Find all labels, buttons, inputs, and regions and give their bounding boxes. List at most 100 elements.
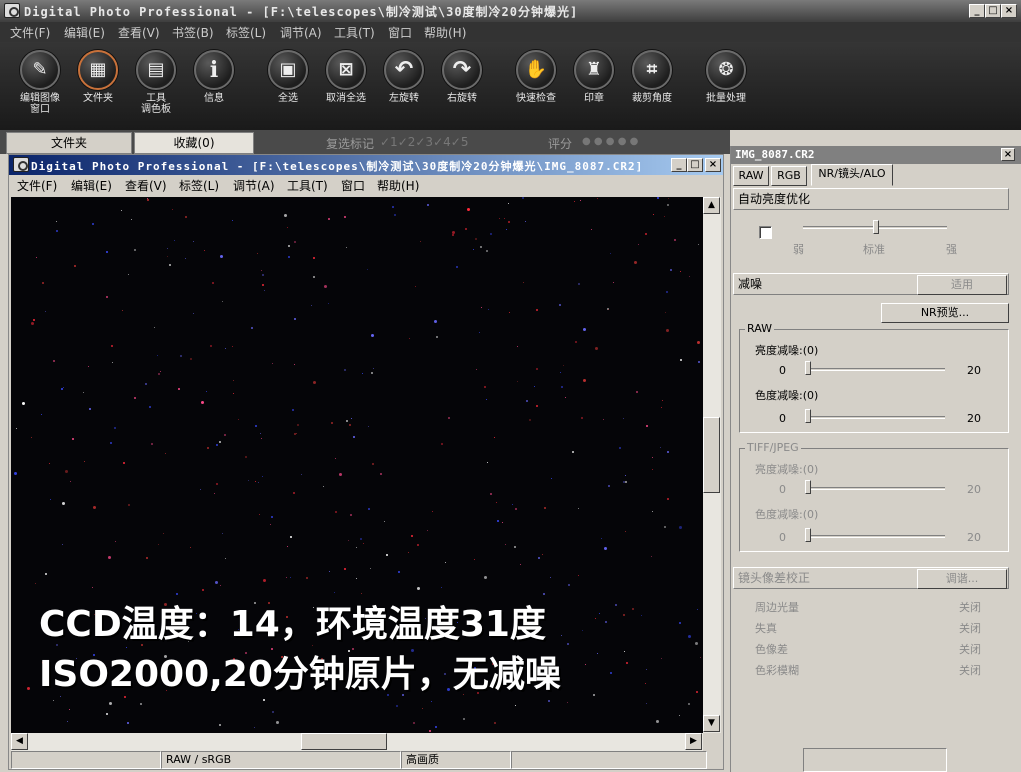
noise-pixel (578, 575, 579, 576)
toolbar-label: 取消全选 (326, 93, 366, 104)
noise-pixel (248, 480, 249, 481)
palette-tab-rgb[interactable]: RGB (771, 166, 807, 186)
menu-window[interactable]: 窗口 (388, 24, 412, 41)
noise-pixel (597, 198, 598, 199)
menu-tools[interactable]: 工具(T) (334, 24, 375, 41)
tiff-luminance-thumb[interactable] (805, 480, 811, 494)
noise-pixel (517, 381, 518, 382)
noise-pixel (89, 408, 91, 410)
noise-pixel (31, 437, 32, 438)
editor-menu-edit[interactable]: 编辑(E) (71, 177, 112, 194)
tiff-chroma-slider[interactable] (805, 535, 945, 538)
alo-checkbox[interactable] (759, 226, 772, 239)
check-mark-filters[interactable]: ✓1✓2✓3✓4✓5 (380, 135, 468, 149)
raw-chroma-slider[interactable] (805, 416, 945, 419)
editor-maximize-button[interactable]: □ (687, 158, 703, 172)
noise-pixel (698, 361, 700, 363)
noise-pixel (593, 694, 595, 696)
raw-chroma-thumb[interactable] (805, 409, 811, 423)
menu-label[interactable]: 标签(L) (226, 24, 266, 41)
noise-pixel (560, 372, 561, 373)
close-button[interactable]: × (1001, 4, 1017, 18)
editor-menu-tools[interactable]: 工具(T) (287, 177, 328, 194)
noise-pixel (667, 204, 669, 206)
noise-pixel (363, 543, 364, 544)
tab-favorites[interactable]: 收藏(0) (134, 132, 254, 154)
toolbar-quick-check-button[interactable]: ✋ 快速检查 (506, 50, 566, 104)
noise-pixel (636, 391, 638, 393)
scroll-down-icon[interactable]: ▼ (703, 715, 720, 732)
noise-pixel (496, 502, 497, 503)
menu-edit[interactable]: 编辑(E) (64, 24, 105, 41)
toolbar-info-button[interactable]: i 信息 (184, 50, 244, 104)
toolbar-select-all-button[interactable]: ▣ 全选 (258, 50, 318, 104)
editor-menu-adjust[interactable]: 调节(A) (233, 177, 275, 194)
palette-tab-nr-lens-alo[interactable]: NR/镜头/ALO (811, 164, 893, 186)
tiff-chroma-thumb[interactable] (805, 528, 811, 542)
nr-apply-button[interactable]: 适用 (917, 275, 1007, 295)
toolbar-edit-image-button[interactable]: ✎ 编辑图像 窗口 (10, 50, 70, 115)
noise-pixel (41, 414, 42, 415)
noise-pixel (185, 258, 186, 259)
menu-file[interactable]: 文件(F) (10, 24, 50, 41)
menu-help[interactable]: 帮助(H) (424, 24, 466, 41)
noise-pixel (193, 241, 194, 242)
toolbar-rotate-left-button[interactable]: ↶ 左旋转 (374, 50, 434, 104)
palette-close-button[interactable]: × (1001, 148, 1015, 161)
noise-pixel (290, 577, 291, 578)
horizontal-scrollbar[interactable]: ◀ ▶ (11, 733, 703, 751)
menu-adjust[interactable]: 调节(A) (280, 24, 322, 41)
noise-pixel (595, 347, 598, 350)
noise-pixel (331, 422, 333, 424)
editor-close-button[interactable]: × (705, 158, 721, 172)
tab-folder[interactable]: 文件夹 (6, 132, 132, 154)
noise-pixel (121, 210, 122, 211)
toolbar-label: 信息 (204, 93, 224, 104)
status-colorspace: RAW / sRGB (161, 751, 401, 769)
noise-pixel (413, 722, 415, 724)
raw-luminance-slider[interactable] (805, 368, 945, 371)
rating-filter[interactable]: ● ● ● ● ● (582, 136, 638, 147)
toolbar-folder-button[interactable]: ▦ 文件夹 (68, 50, 128, 104)
noise-pixel (481, 307, 482, 308)
noise-pixel (258, 482, 259, 483)
editor-menu-help[interactable]: 帮助(H) (377, 177, 419, 194)
palette-tab-raw[interactable]: RAW (733, 166, 769, 186)
toolbar-stamp-button[interactable]: ♜ 印章 (564, 50, 624, 104)
editor-minimize-button[interactable]: _ (671, 158, 687, 172)
noise-pixel (603, 419, 604, 420)
editor-menu-window[interactable]: 窗口 (341, 177, 365, 194)
scroll-left-icon[interactable]: ◀ (11, 733, 28, 750)
vertical-scrollbar[interactable]: ▲ ▼ (703, 197, 721, 733)
image-preview[interactable]: CCD温度：14，环境温度31度 ISO2000,20分钟原片，无减噪 (11, 197, 703, 733)
hscroll-thumb[interactable] (301, 733, 387, 750)
scroll-thumb[interactable] (703, 417, 720, 493)
noise-pixel (288, 256, 290, 258)
toolbar-deselect-all-button[interactable]: ⊠ 取消全选 (316, 50, 376, 104)
alo-slider-thumb[interactable] (873, 220, 879, 234)
lens-adjust-button[interactable]: 调谐... (917, 569, 1007, 589)
toolbar-batch-process-button[interactable]: ❂ 批量处理 (696, 50, 756, 104)
alo-header: 自动亮度优化 (733, 188, 1009, 210)
tiff-luminance-slider[interactable] (805, 487, 945, 490)
scroll-right-icon[interactable]: ▶ (685, 733, 702, 750)
maximize-button[interactable]: □ (985, 4, 1001, 18)
quick-check-icon: ✋ (524, 59, 548, 80)
editor-menu-view[interactable]: 查看(V) (125, 177, 167, 194)
nr-preview-button[interactable]: NR预览... (881, 303, 1009, 323)
menu-view[interactable]: 查看(V) (118, 24, 160, 41)
toolbar-tool-palette-button[interactable]: ▤ 工具 调色板 (126, 50, 186, 115)
noise-pixel (427, 530, 428, 531)
toolbar-crop-angle-button[interactable]: ⌗ 裁剪角度 (622, 50, 682, 104)
minimize-button[interactable]: _ (969, 4, 985, 18)
scroll-up-icon[interactable]: ▲ (703, 197, 720, 214)
editor-menu-label[interactable]: 标签(L) (179, 177, 219, 194)
noise-pixel (479, 332, 480, 333)
raw-luminance-thumb[interactable] (805, 361, 811, 375)
noise-pixel (408, 552, 409, 553)
toolbar-rotate-right-button[interactable]: ↷ 右旋转 (432, 50, 492, 104)
noise-pixel (398, 571, 400, 573)
palette-title-bar: IMG_8087.CR2 × (731, 146, 1021, 164)
menu-bookmark[interactable]: 书签(B) (172, 24, 214, 41)
editor-menu-file[interactable]: 文件(F) (17, 177, 57, 194)
